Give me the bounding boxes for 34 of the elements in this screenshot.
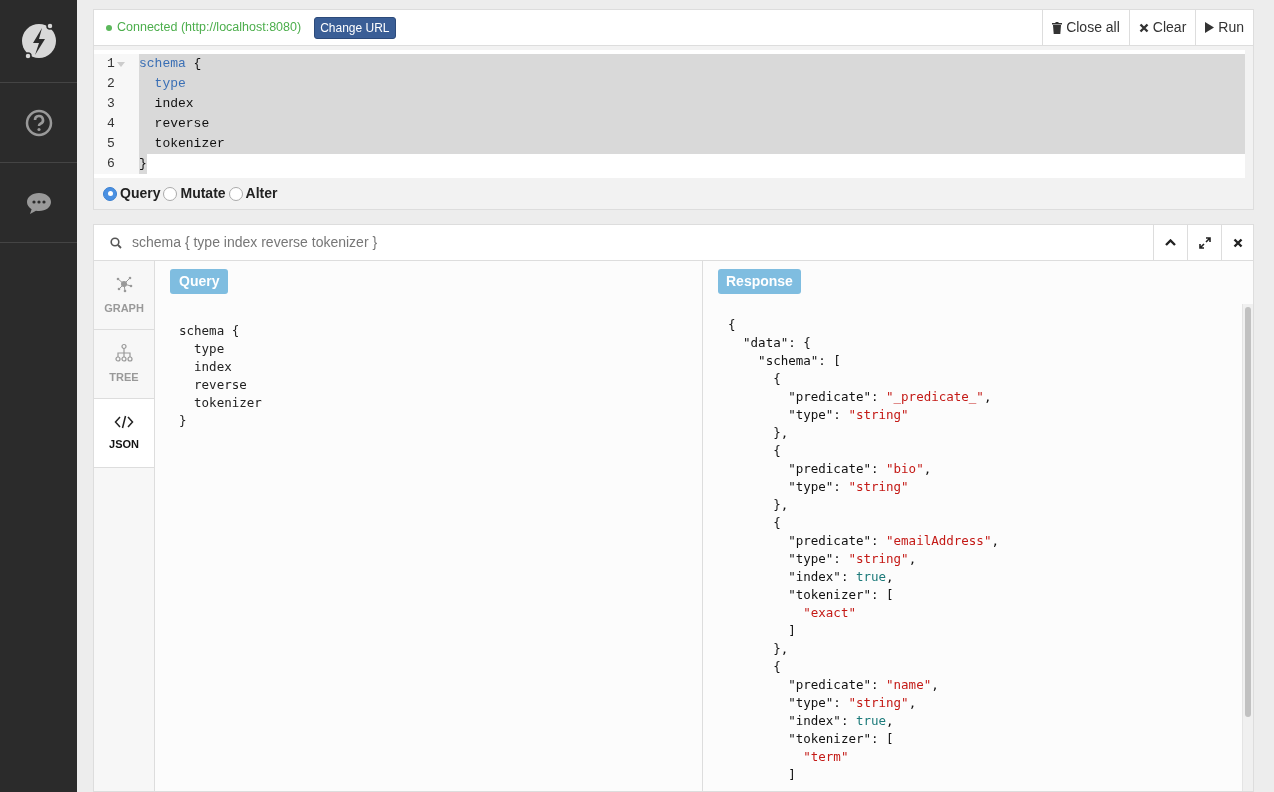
result-title: schema { type index reverse tokenizer } [132,233,379,252]
response-label: Response [718,269,801,294]
chevron-up-icon [1165,239,1176,246]
play-icon [1205,22,1215,33]
line-number: 4 [107,115,115,134]
toolbar-button[interactable]: Clear [1128,10,1196,45]
toolbar-button[interactable]: Close all [1042,10,1129,45]
response-json: { "data": { "schema": [ { "predicate": "_predicate_", "type": "string" }, { "predicate": "bio", "type": "string" }, { "predicate": "emailAddress", "type": "string", "index": true, "tokenizer": [ "exact" ] }, { "predicate": "name", "type": "string", "index": true, "tokenizer": [ "term" ] [727,316,1000,784]
mode-radio[interactable]: Query [103,183,161,204]
toolbar-button[interactable]: Run [1195,10,1253,45]
chat-icon[interactable] [24,190,53,215]
code-editor[interactable]: 1 schema { 2 type 3 index 4 reverse 5 tokenizer 6 } [94,50,1245,178]
query-text: schema { type index reverse tokenizer } [179,322,263,430]
help-icon[interactable] [24,108,53,137]
search-icon [110,236,122,249]
expand-icon [1198,236,1211,249]
connection-status: Connected (http://localhost:8080) [117,19,302,37]
code-icon [114,413,134,430]
logo-icon[interactable] [19,20,58,62]
tree-icon [114,342,134,363]
trash-icon [1052,21,1063,34]
close-icon [1138,22,1149,33]
mode-radio[interactable]: Mutate [163,183,226,204]
scrollbar[interactable] [1242,304,1253,791]
view-tab[interactable]: JSON [94,399,154,468]
close-icon [1232,237,1243,248]
line-number: 1 [107,55,115,74]
line-number: 6 [107,155,115,174]
line-number: 3 [107,95,115,114]
query-label: Query [170,269,229,294]
change-url-button[interactable]: Change URL [314,16,396,39]
line-number: 2 [107,75,115,94]
mode-radio[interactable]: Alter [228,183,278,204]
line-number: 5 [107,135,115,154]
